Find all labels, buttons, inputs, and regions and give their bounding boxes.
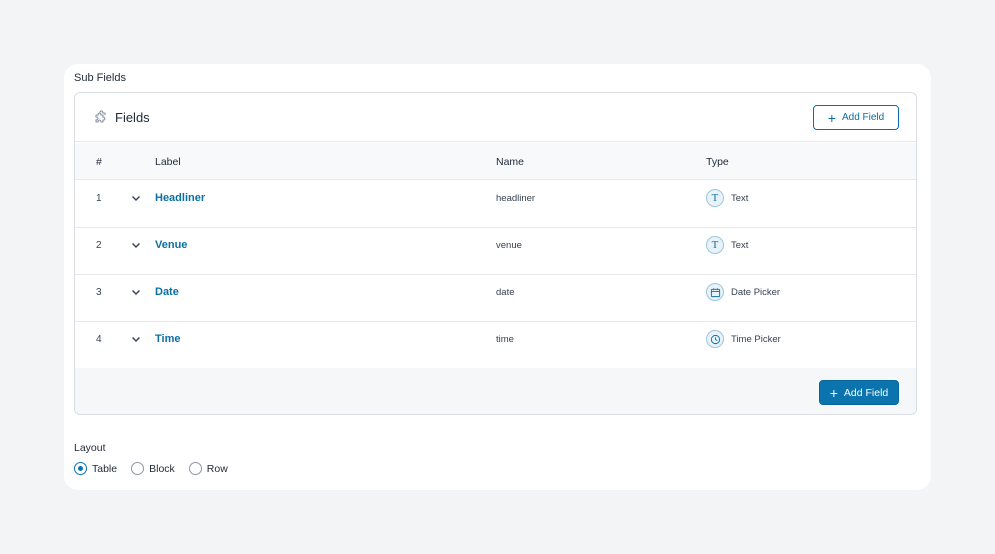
row-number: 2 <box>96 240 102 251</box>
column-header-name: Name <box>496 156 525 168</box>
table-row[interactable]: 4 Time time Time Picker <box>75 322 916 369</box>
column-header-label: Label <box>155 156 181 168</box>
layout-option-row[interactable]: Row <box>188 462 228 475</box>
layout-option-block[interactable]: Block <box>131 462 175 475</box>
fields-panel-header: Fields + Add Field <box>75 93 916 142</box>
row-number: 4 <box>96 334 102 345</box>
field-type: Date Picker <box>731 287 781 298</box>
plus-icon: + <box>829 384 838 401</box>
row-number: 3 <box>96 287 102 298</box>
row-number: 1 <box>96 193 102 204</box>
plus-icon: + <box>827 109 836 126</box>
column-header-number: # <box>96 156 102 168</box>
layout-option-table[interactable]: Table <box>74 462 117 475</box>
clock-icon <box>706 330 724 348</box>
sub-fields-card: Sub Fields Fields + Add Field # Label Na… <box>64 64 931 490</box>
radio-label: Table <box>92 462 118 475</box>
radio-label: Row <box>206 462 228 475</box>
field-label-link[interactable]: Venue <box>155 239 187 251</box>
table-row[interactable]: 1 Headliner headliner T Text <box>75 181 916 228</box>
table-row[interactable]: 3 Date date Date Picker <box>75 275 916 322</box>
add-field-label: Add Field <box>841 112 885 123</box>
layout-radio-group: Table Block Row <box>74 462 228 475</box>
field-name: date <box>496 287 515 298</box>
field-type: Text <box>731 193 749 204</box>
field-label-link[interactable]: Date <box>155 286 179 298</box>
chevron-down-icon[interactable] <box>130 332 142 344</box>
field-name: venue <box>496 240 522 251</box>
table-header: # Label Name Type <box>75 143 916 180</box>
fields-panel: Fields + Add Field # Label Name Type 1 H… <box>74 92 917 415</box>
add-field-button-bottom[interactable]: + Add Field <box>819 380 899 405</box>
layout-label: Layout <box>74 442 106 454</box>
text-type-icon: T <box>706 236 724 254</box>
field-type: Text <box>731 240 749 251</box>
radio-label: Block <box>149 462 175 475</box>
add-field-label: Add Field <box>843 386 889 399</box>
chevron-down-icon[interactable] <box>130 285 142 297</box>
field-label-link[interactable]: Time <box>155 333 180 345</box>
chevron-down-icon[interactable] <box>130 191 142 203</box>
sub-fields-label: Sub Fields <box>74 72 126 84</box>
radio-button[interactable] <box>131 462 145 475</box>
radio-button[interactable] <box>188 462 202 475</box>
add-field-button-top[interactable]: + Add Field <box>813 105 899 130</box>
field-name: headliner <box>496 193 536 204</box>
field-name: time <box>496 334 514 345</box>
field-label-link[interactable]: Headliner <box>155 192 205 204</box>
chevron-down-icon[interactable] <box>130 238 142 250</box>
table-row[interactable]: 2 Venue venue T Text <box>75 228 916 275</box>
radio-button[interactable] <box>74 462 87 475</box>
puzzle-icon <box>93 109 109 125</box>
field-type: Time Picker <box>731 334 781 345</box>
calendar-icon <box>706 283 724 301</box>
fields-panel-footer: + Add Field <box>75 368 916 414</box>
fields-panel-title: Fields <box>115 110 150 125</box>
text-type-icon: T <box>706 189 724 207</box>
column-header-type: Type <box>706 156 729 168</box>
